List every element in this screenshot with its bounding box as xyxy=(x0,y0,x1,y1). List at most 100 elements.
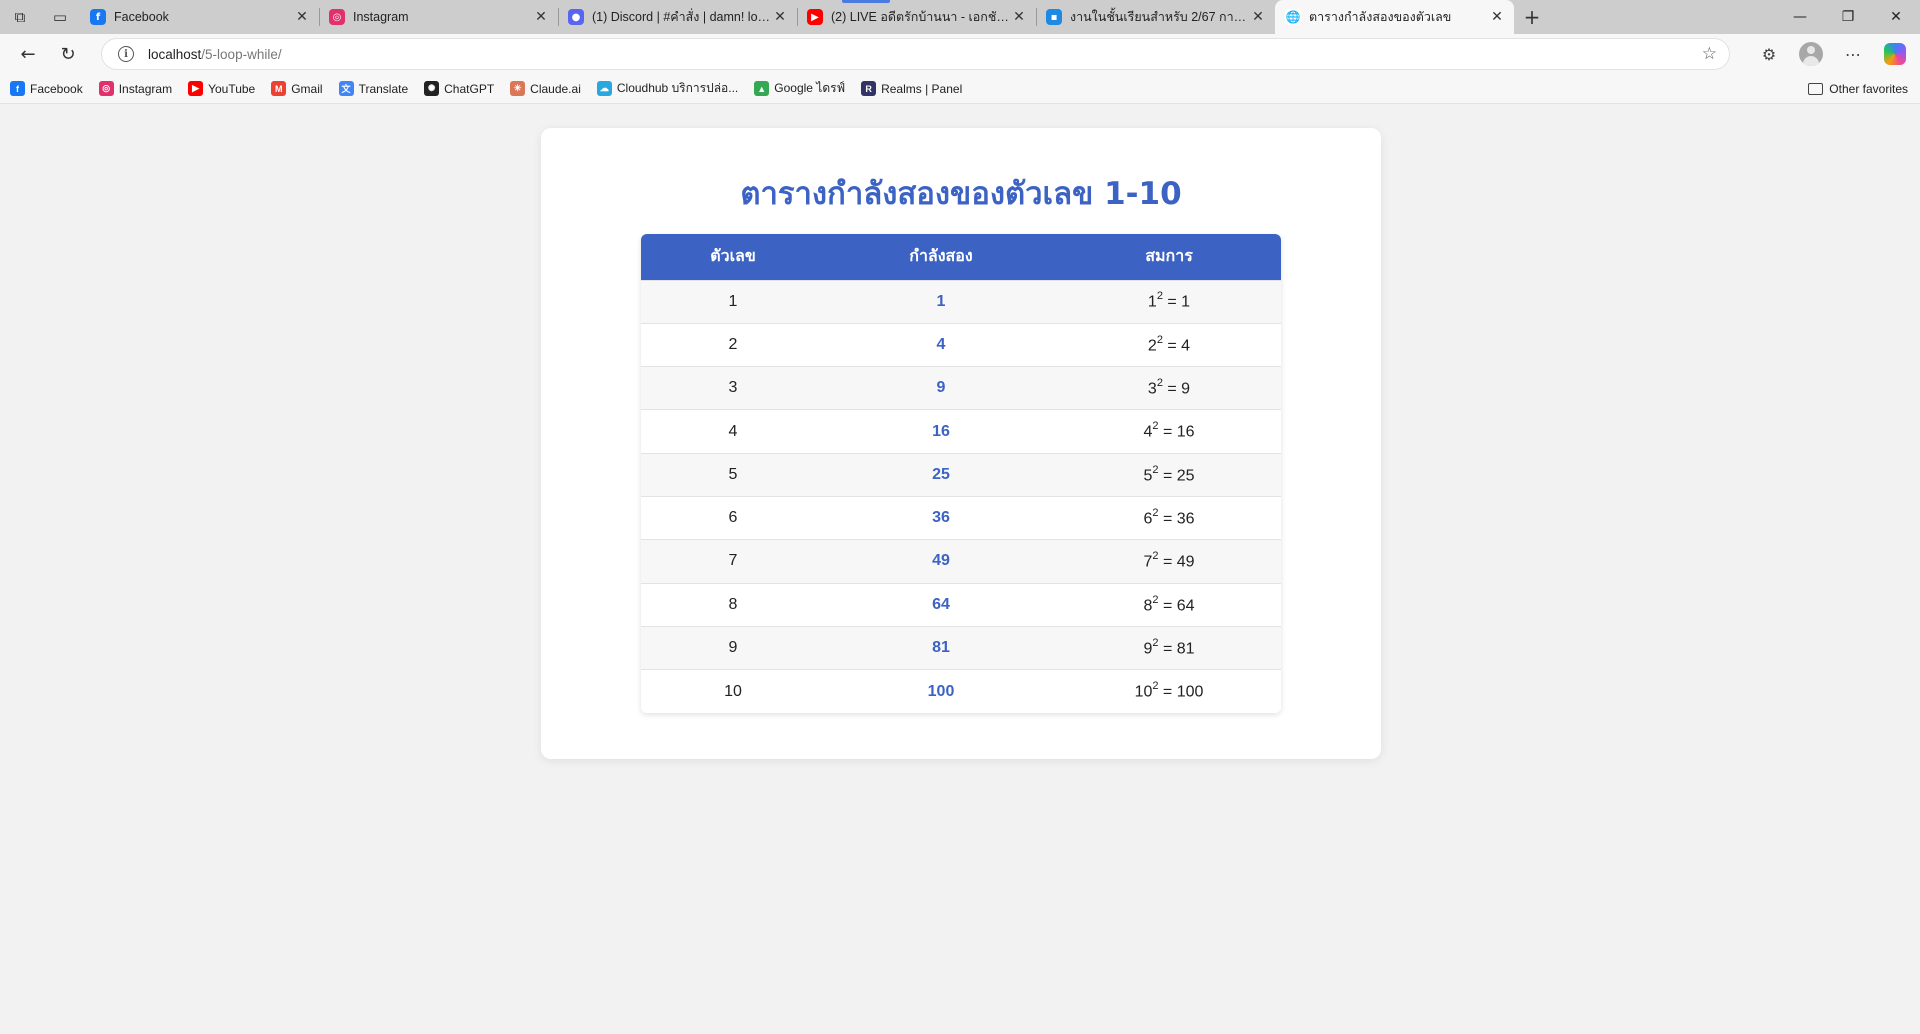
refresh-icon[interactable]: ↻ xyxy=(48,38,88,70)
table-row: 9 81 92 = 81 xyxy=(641,625,1281,670)
classroom-icon: ▪ xyxy=(1046,9,1062,25)
browser-tab[interactable]: ● (1) Discord | #คำสั่ง | damn! log se…✕ xyxy=(558,0,797,34)
bookmark-item[interactable]: ✺ ChatGPT xyxy=(424,81,494,96)
site-info-icon[interactable]: i xyxy=(118,46,134,62)
browser-tab[interactable]: ▶ (2) LIVE อดีตรักบ้านนา - เอกชัย ศรีวิเ…… xyxy=(797,0,1036,34)
instagram-icon: ◎ xyxy=(329,9,345,25)
equation-exponent: 2 xyxy=(1152,420,1159,433)
cell-number: 1 xyxy=(641,279,825,324)
bookmark-label: Facebook xyxy=(30,81,83,96)
cell-equation: 32 = 9 xyxy=(1057,366,1281,410)
bookmark-item[interactable]: f Facebook xyxy=(10,81,83,96)
table-header-row: ตัวเลข กำลังสอง สมการ xyxy=(641,234,1281,280)
tab-strip: ⧉ ▭ f Facebook ✕ ◎ Instagram ✕ ● (1) Discord | … xyxy=(0,0,1920,34)
chatgpt-icon: ✺ xyxy=(424,81,440,96)
cloudhub-icon: ☁ xyxy=(596,81,612,96)
favorite-star-icon[interactable]: ☆ xyxy=(1702,44,1717,64)
translate-icon: 文 xyxy=(338,81,354,96)
instagram-icon: ◎ xyxy=(98,81,114,96)
back-icon[interactable]: ← xyxy=(8,38,48,70)
profile-button[interactable] xyxy=(1790,38,1832,70)
close-tab-icon[interactable]: ✕ xyxy=(532,9,550,25)
bookmarks-bar: f Facebook ◎ Instagram ▶ YouTube M Gmail 文 Transl… xyxy=(0,74,1920,104)
bookmark-list: f Facebook ◎ Instagram ▶ YouTube M Gmail 文 Transl… xyxy=(10,79,978,98)
bookmark-label: Google ไดรฟ์ xyxy=(774,81,846,95)
equation-result: = 64 xyxy=(1158,596,1195,614)
cell-square: 100 xyxy=(825,669,1057,713)
browser-tab[interactable]: ◎ Instagram ✕ xyxy=(319,0,558,34)
cell-square: 64 xyxy=(825,582,1057,627)
equation-exponent: 2 xyxy=(1156,377,1163,390)
cell-equation: 82 = 64 xyxy=(1057,582,1281,627)
equation-result: = 1 xyxy=(1162,293,1191,311)
url-text[interactable]: localhost/5-loop-while/ xyxy=(148,47,282,62)
cell-equation: 12 = 1 xyxy=(1057,279,1281,324)
bookmark-item[interactable]: ☁ Cloudhub บริการปล่อ... xyxy=(596,79,739,98)
equation-result: = 81 xyxy=(1158,640,1195,658)
equation-base: 3 xyxy=(1147,380,1157,398)
cell-equation: 62 = 36 xyxy=(1057,495,1281,540)
bookmark-item[interactable]: ▲ Google ไดรฟ์ xyxy=(754,79,845,98)
cell-number: 8 xyxy=(641,582,825,627)
other-favorites-button[interactable]: Other favorites xyxy=(1808,74,1908,104)
cell-number: 5 xyxy=(641,452,825,497)
tab-title: Facebook xyxy=(114,10,169,24)
equation-exponent: 2 xyxy=(1152,636,1159,649)
facebook-icon: f xyxy=(10,81,25,96)
table-row: 6 36 62 = 36 xyxy=(641,495,1281,540)
bookmark-item[interactable]: ◎ Instagram xyxy=(98,81,172,96)
bookmark-item[interactable]: M Gmail xyxy=(271,81,323,96)
table-row: 2 4 22 = 4 xyxy=(641,322,1281,367)
cell-square: 9 xyxy=(825,366,1057,410)
equation-base: 10 xyxy=(1134,683,1153,701)
close-tab-icon[interactable]: ✕ xyxy=(293,9,311,25)
cell-square: 1 xyxy=(825,279,1057,324)
cell-number: 3 xyxy=(641,366,825,410)
equation-exponent: 2 xyxy=(1156,333,1163,346)
cell-number: 10 xyxy=(641,669,825,713)
facebook-icon: f xyxy=(90,9,106,25)
close-window-icon[interactable]: ✕ xyxy=(1872,0,1920,34)
table-row: 8 64 82 = 64 xyxy=(641,582,1281,627)
address-bar[interactable]: i localhost/5-loop-while/ ☆ xyxy=(101,38,1730,70)
browser-tab[interactable]: f Facebook ✕ xyxy=(80,0,319,34)
bookmark-item[interactable]: 文 Translate xyxy=(338,81,408,96)
tab-list: f Facebook ✕ ◎ Instagram ✕ ● (1) Discord | #คำส… xyxy=(80,0,1514,34)
cell-number: 7 xyxy=(641,539,825,584)
minimize-icon[interactable]: — xyxy=(1776,0,1824,34)
window-controls: — ❐ ✕ xyxy=(1776,0,1920,34)
bookmark-item[interactable]: ✳ Claude.ai xyxy=(510,81,581,96)
close-tab-icon[interactable]: ✕ xyxy=(1488,9,1506,25)
toolbar-right: ⚙ ⋯ xyxy=(1748,34,1920,74)
close-tab-icon[interactable]: ✕ xyxy=(1249,9,1267,25)
close-tab-icon[interactable]: ✕ xyxy=(771,9,789,25)
equation-result: = 4 xyxy=(1162,337,1191,355)
workspaces-icon[interactable]: ⧉ xyxy=(0,0,40,34)
tab-title: Instagram xyxy=(353,10,409,24)
more-menu-icon[interactable]: ⋯ xyxy=(1832,38,1874,70)
close-tab-icon[interactable]: ✕ xyxy=(1010,9,1028,25)
equation-base: 2 xyxy=(1147,337,1157,355)
bookmark-label: Cloudhub บริการปล่อ... xyxy=(616,81,739,95)
bookmark-item[interactable]: ▶ YouTube xyxy=(188,81,255,96)
other-favorites-label: Other favorites xyxy=(1829,82,1908,96)
cell-equation: 22 = 4 xyxy=(1057,322,1281,367)
youtube-icon: ▶ xyxy=(807,9,823,25)
header-number: ตัวเลข xyxy=(641,234,825,280)
table-row: 1 1 12 = 1 xyxy=(641,279,1281,324)
extensions-icon[interactable]: ⚙ xyxy=(1748,38,1790,70)
bookmark-item[interactable]: R Realms | Panel xyxy=(861,81,962,96)
table-row: 3 9 32 = 9 xyxy=(641,366,1281,410)
equation-exponent: 2 xyxy=(1152,463,1159,476)
tab-actions-icon[interactable]: ▭ xyxy=(40,0,80,34)
page-title: ตารางกำลังสองของตัวเลข 1-10 xyxy=(740,176,1182,212)
restore-icon[interactable]: ❐ xyxy=(1824,0,1872,34)
browser-tab[interactable]: ▪ งานในชั้นเรียนสำหรับ 2/67 การพัฒนา…✕ xyxy=(1036,0,1275,34)
new-tab-button[interactable]: + xyxy=(1514,0,1550,34)
copilot-button[interactable] xyxy=(1874,38,1916,70)
cell-equation: 92 = 81 xyxy=(1057,625,1281,670)
equation-exponent: 2 xyxy=(1152,550,1159,563)
table-row: 10 100 102 = 100 xyxy=(641,669,1281,713)
browser-tab[interactable]: 🌐 ตารางกำลังสองของตัวเลข ✕ xyxy=(1275,0,1514,34)
bookmark-label: ChatGPT xyxy=(444,81,495,96)
